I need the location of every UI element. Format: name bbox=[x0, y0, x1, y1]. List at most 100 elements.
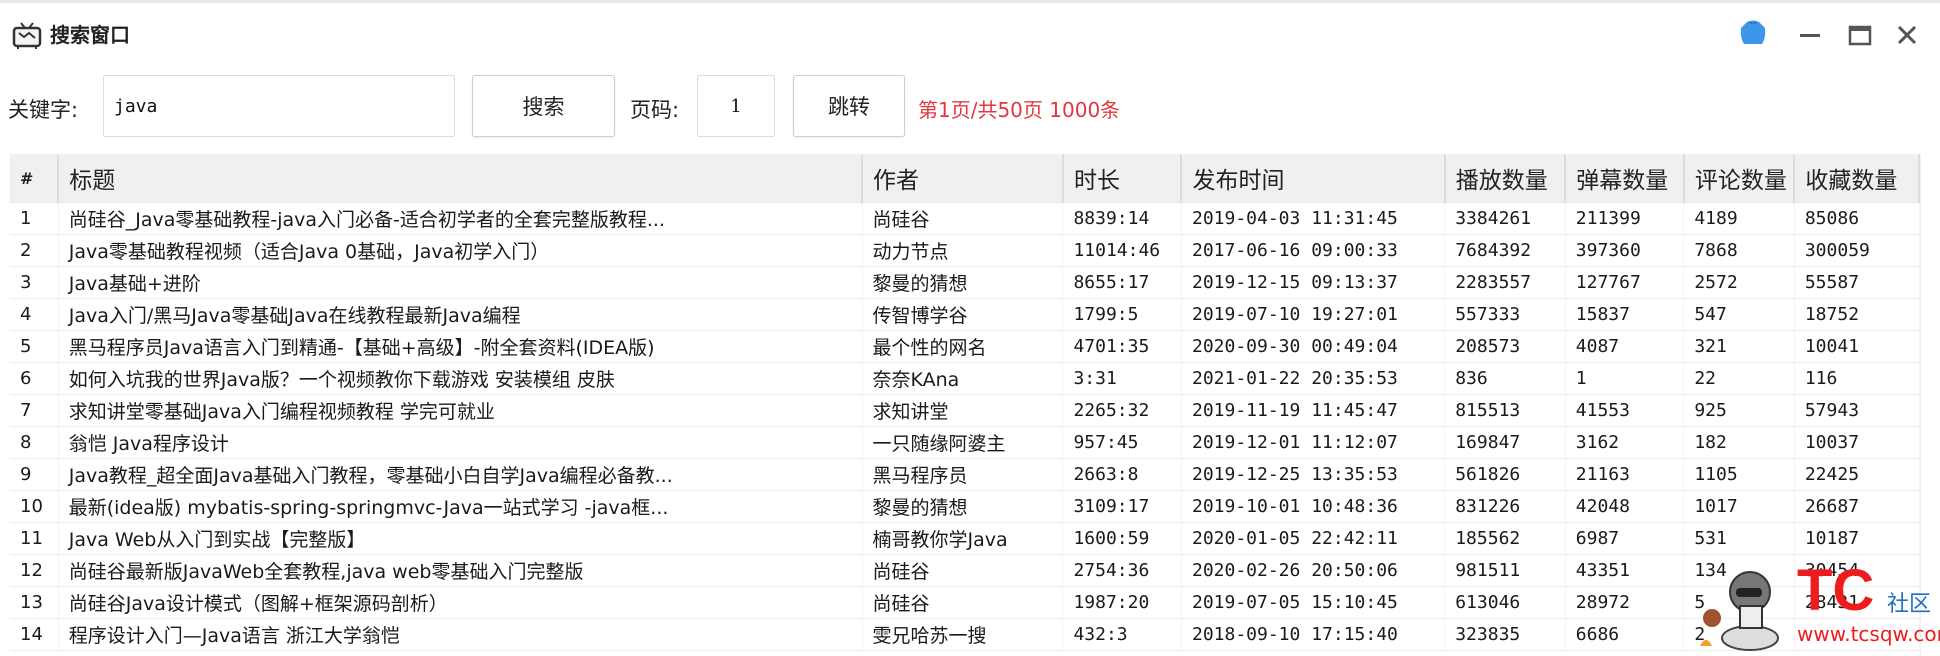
cell-danmaku: 211399 bbox=[1565, 202, 1685, 235]
header-col-duration[interactable]: 时长 bbox=[1062, 154, 1183, 203]
table-row[interactable]: 6 如何入坑我的世界Java版？一个视频教你下载游戏 安装模组 皮肤 奈奈KAna 3… bbox=[10, 362, 1920, 395]
cell-idx: 8 bbox=[10, 426, 59, 459]
header-col-comments[interactable]: 评论数量 bbox=[1683, 154, 1796, 203]
cell-duration: 4701:35 bbox=[1062, 330, 1182, 363]
cell-plays: 836 bbox=[1444, 362, 1566, 395]
cell-comments: 5 bbox=[1683, 586, 1795, 619]
cell-favorites: 10041 bbox=[1794, 330, 1920, 363]
header-col-author[interactable]: 作者 bbox=[862, 154, 1064, 203]
cell-duration: 1799:5 bbox=[1062, 298, 1182, 331]
close-icon[interactable] bbox=[1893, 21, 1921, 49]
cell-duration: 957:45 bbox=[1062, 426, 1182, 459]
cell-favorites: 300059 bbox=[1794, 234, 1920, 267]
cell-comments: 1017 bbox=[1683, 490, 1795, 523]
cell-title: 黑马程序员Java语言入门到精通-【基础+高级】-附全套资料(IDEA版) bbox=[58, 330, 863, 363]
results-table: # 标题 作者 时长 发布时间 播放数量 弹幕数量 评论数量 收藏数量 1 尚硅谷_Java零基础… bbox=[10, 154, 1920, 656]
scrollbar-gutter[interactable] bbox=[1920, 154, 1940, 656]
cell-danmaku: 21163 bbox=[1565, 458, 1685, 491]
table-row[interactable]: 9 Java教程_超全面Java基础入门教程，零基础小白自学Java编程必备教..… bbox=[10, 458, 1920, 491]
cell-title: 翁恺 Java程序设计 bbox=[58, 426, 863, 459]
cell-idx: 6 bbox=[10, 362, 59, 395]
cell-danmaku: 28972 bbox=[1565, 586, 1685, 619]
cell-title: Java基础+进阶 bbox=[58, 266, 863, 299]
table-row[interactable]: 5 黑马程序员Java语言入门到精通-【基础+高级】-附全套资料(IDEA版) 最个… bbox=[10, 330, 1920, 363]
shirt-icon[interactable] bbox=[1738, 18, 1768, 48]
cell-comments: 134 bbox=[1683, 554, 1795, 587]
header-col-title[interactable]: 标题 bbox=[58, 154, 863, 203]
header-col-danmaku[interactable]: 弹幕数量 bbox=[1565, 154, 1685, 203]
cell-idx: 3 bbox=[10, 266, 59, 299]
cell-title: 最新(idea版) mybatis-spring-springmvc-Java一… bbox=[58, 490, 863, 523]
cell-danmaku: 127767 bbox=[1565, 266, 1685, 299]
cell-idx: 9 bbox=[10, 458, 59, 491]
cell-danmaku: 3162 bbox=[1565, 426, 1685, 459]
header-col-published[interactable]: 发布时间 bbox=[1181, 154, 1446, 203]
cell-author: 黎曼的猜想 bbox=[862, 266, 1064, 299]
table-row[interactable]: 12 尚硅谷最新版JavaWeb全套教程,java web零基础入门完整版 尚硅谷 2… bbox=[10, 554, 1920, 587]
keyword-input[interactable] bbox=[103, 75, 455, 137]
table-row[interactable]: 2 Java零基础教程视频（适合Java 0基础，Java初学入门） 动力节点 110… bbox=[10, 234, 1920, 267]
cell-favorites: 85086 bbox=[1794, 202, 1920, 235]
cell-duration: 3:31 bbox=[1062, 362, 1182, 395]
cell-favorites: 55587 bbox=[1794, 266, 1920, 299]
cell-comments: 1105 bbox=[1683, 458, 1795, 491]
cell-published: 2019-12-25 13:35:53 bbox=[1181, 458, 1446, 491]
jump-button[interactable]: 跳转 bbox=[793, 75, 905, 137]
cell-danmaku: 6987 bbox=[1565, 522, 1685, 555]
cell-published: 2020-01-05 22:42:11 bbox=[1181, 522, 1446, 555]
cell-title: 求知讲堂零基础Java入门编程视频教程 学完可就业 bbox=[58, 394, 863, 427]
table-row[interactable]: 1 尚硅谷_Java零基础教程-java入门必备-适合初学者的全套完整版教程...… bbox=[10, 202, 1920, 235]
cell-idx: 5 bbox=[10, 330, 59, 363]
cell-plays: 815513 bbox=[1444, 394, 1566, 427]
table-row[interactable]: 3 Java基础+进阶 黎曼的猜想 8655:17 2019-12-15 09:13:3… bbox=[10, 266, 1920, 299]
cell-published: 2019-07-05 15:10:45 bbox=[1181, 586, 1446, 619]
cell-idx: 11 bbox=[10, 522, 59, 555]
cell-published: 2019-10-01 10:48:36 bbox=[1181, 490, 1446, 523]
cell-plays: 169847 bbox=[1444, 426, 1566, 459]
header-col-favorites[interactable]: 收藏数量 bbox=[1794, 154, 1920, 203]
search-button[interactable]: 搜索 bbox=[472, 75, 615, 137]
cell-title: 尚硅谷最新版JavaWeb全套教程,java web零基础入门完整版 bbox=[58, 554, 863, 587]
cell-duration: 3109:17 bbox=[1062, 490, 1182, 523]
window-title: 搜索窗口 bbox=[50, 23, 130, 47]
cell-idx: 1 bbox=[10, 202, 59, 235]
table-row[interactable]: 10 最新(idea版) mybatis-spring-springmvc-Jav… bbox=[10, 490, 1920, 523]
cell-plays: 2283557 bbox=[1444, 266, 1566, 299]
table-row[interactable]: 7 求知讲堂零基础Java入门编程视频教程 学完可就业 求知讲堂 2265:32 201… bbox=[10, 394, 1920, 427]
table-row[interactable]: 8 翁恺 Java程序设计 一只随缘阿婆主 957:45 2019-12-01 11:1… bbox=[10, 426, 1920, 459]
table-row[interactable]: 14 程序设计入门—Java语言 浙江大学翁恺 雯兄哈苏一搜 432:3 2018-09… bbox=[10, 618, 1920, 651]
cell-favorites: 22425 bbox=[1794, 458, 1920, 491]
maximize-icon[interactable] bbox=[1846, 21, 1874, 49]
cell-title: 尚硅谷_Java零基础教程-java入门必备-适合初学者的全套完整版教程... bbox=[58, 202, 863, 235]
cell-danmaku: 41553 bbox=[1565, 394, 1685, 427]
page-number-input[interactable] bbox=[697, 75, 775, 137]
cell-danmaku: 43351 bbox=[1565, 554, 1685, 587]
cell-author: 求知讲堂 bbox=[862, 394, 1064, 427]
header-col-index[interactable]: # bbox=[10, 154, 60, 203]
cell-duration: 2265:32 bbox=[1062, 394, 1182, 427]
cell-title: 如何入坑我的世界Java版？一个视频教你下载游戏 安装模组 皮肤 bbox=[58, 362, 863, 395]
cell-plays: 831226 bbox=[1444, 490, 1566, 523]
table-row[interactable]: 4 Java入门/黑马Java零基础Java在线教程最新Java编程 传智博学谷 17… bbox=[10, 298, 1920, 331]
cell-plays: 185562 bbox=[1444, 522, 1566, 555]
tv-icon bbox=[12, 22, 42, 49]
cell-comments: 531 bbox=[1683, 522, 1795, 555]
table-row[interactable]: 13 尚硅谷Java设计模式（图解+框架源码剖析） 尚硅谷 1987:20 2019-0… bbox=[10, 586, 1920, 619]
cell-comments: 547 bbox=[1683, 298, 1795, 331]
cell-published: 2018-09-10 17:15:40 bbox=[1181, 618, 1446, 651]
cell-duration: 8655:17 bbox=[1062, 266, 1182, 299]
cell-favorites: 30454 bbox=[1794, 554, 1920, 587]
header-col-plays[interactable]: 播放数量 bbox=[1444, 154, 1567, 203]
cell-title: 尚硅谷Java设计模式（图解+框架源码剖析） bbox=[58, 586, 863, 619]
minimize-icon[interactable] bbox=[1796, 21, 1824, 49]
cell-comments: 22 bbox=[1683, 362, 1795, 395]
cell-idx: 12 bbox=[10, 554, 59, 587]
cell-author: 奈奈KAna bbox=[862, 362, 1064, 395]
cell-danmaku: 397360 bbox=[1565, 234, 1685, 267]
table-row[interactable]: 11 Java Web从入门到实战【完整版】 楠哥教你学Java 1600:59 202… bbox=[10, 522, 1920, 555]
cell-title: Java Web从入门到实战【完整版】 bbox=[58, 522, 863, 555]
cell-danmaku: 4087 bbox=[1565, 330, 1685, 363]
search-bar: 关键字: 搜索 页码: 跳转 第1页/共50页 1000条 bbox=[0, 70, 1940, 140]
title-bar: 搜索窗口 bbox=[0, 0, 1940, 60]
cell-author: 尚硅谷 bbox=[862, 554, 1064, 587]
